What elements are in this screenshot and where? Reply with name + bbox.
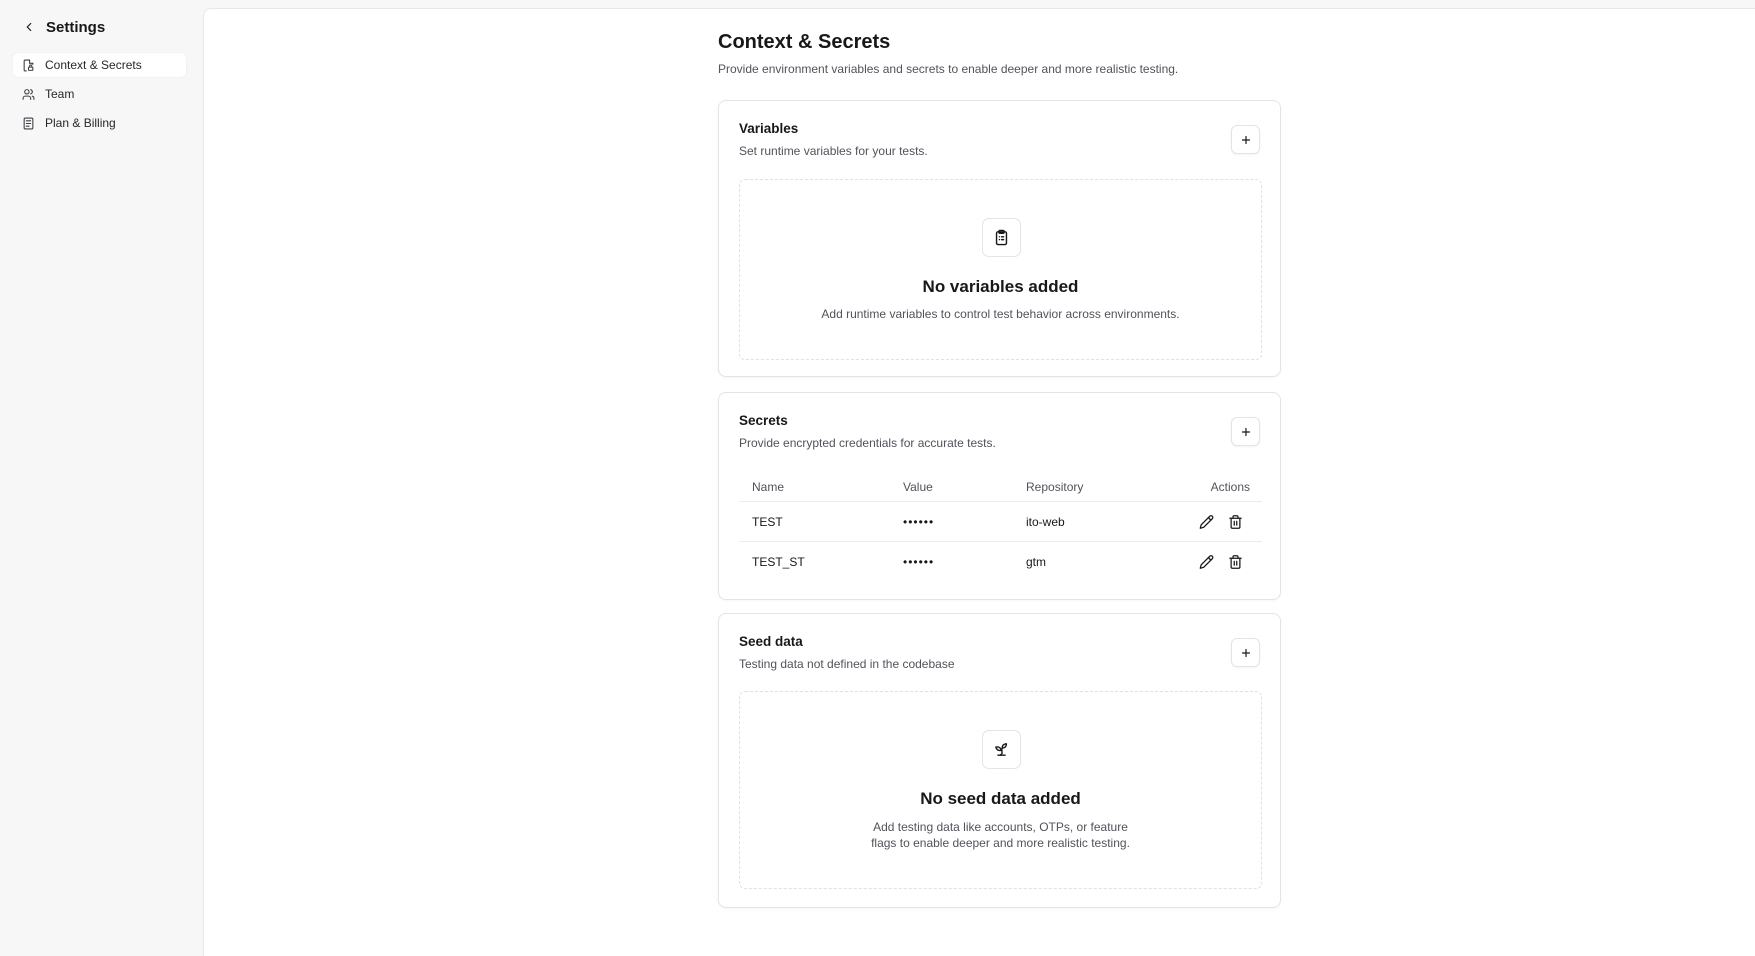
secrets-title: Secrets bbox=[739, 413, 788, 428]
page-description: Provide environment variables and secret… bbox=[718, 62, 1179, 76]
seed-data-empty-title: No seed data added bbox=[920, 789, 1081, 808]
sidebar-item-label: Context & Secrets bbox=[45, 58, 142, 72]
sidebar-title: Settings bbox=[46, 18, 106, 36]
table-row: TEST_ST •••••• gtm bbox=[739, 542, 1262, 582]
delete-secret-button[interactable] bbox=[1228, 555, 1243, 570]
secrets-description: Provide encrypted credentials for accura… bbox=[739, 436, 996, 450]
sidebar-nav: Context & Secrets Team Plan & Billing bbox=[13, 53, 186, 140]
plus-icon bbox=[1241, 427, 1250, 436]
row-actions bbox=[1199, 514, 1243, 529]
column-header-repository: Repository bbox=[1026, 480, 1084, 494]
main-panel: Context & Secrets Provide environment va… bbox=[203, 8, 1755, 956]
file-lock-icon bbox=[23, 59, 34, 71]
settings-sidebar: Settings Context & Secrets Team Plan & B… bbox=[0, 0, 203, 956]
column-header-name: Name bbox=[752, 480, 785, 494]
pencil-icon bbox=[1199, 514, 1214, 529]
page-title: Context & Secrets bbox=[718, 31, 891, 53]
trash-icon bbox=[1229, 514, 1242, 529]
add-variable-button[interactable] bbox=[1231, 125, 1260, 154]
edit-secret-button[interactable] bbox=[1199, 514, 1214, 529]
variables-description: Set runtime variables for your tests. bbox=[739, 144, 928, 158]
chevron-left-icon bbox=[26, 22, 32, 32]
plus-icon bbox=[1241, 648, 1250, 657]
secret-repository: ito-web bbox=[1026, 514, 1065, 529]
plus-icon bbox=[1241, 135, 1250, 144]
variables-empty-description: Add runtime variables to control test be… bbox=[821, 307, 1180, 321]
sidebar-item-plan-billing[interactable]: Plan & Billing bbox=[13, 111, 186, 135]
seed-data-card: Seed data Testing data not defined in th… bbox=[718, 613, 1281, 908]
secrets-table: Name Value Repository Actions TEST •••••… bbox=[739, 473, 1262, 582]
column-header-actions: Actions bbox=[1210, 480, 1250, 494]
secret-value-masked: •••••• bbox=[903, 555, 935, 569]
seed-data-empty-state: No seed data added Add testing data like… bbox=[739, 691, 1262, 889]
settings-content: Context & Secrets Provide environment va… bbox=[718, 29, 1281, 908]
edit-secret-button[interactable] bbox=[1199, 555, 1214, 570]
back-to-settings-button[interactable]: Settings bbox=[22, 14, 105, 40]
seed-data-empty-description-line1: Add testing data like accounts, OTPs, or… bbox=[873, 820, 1128, 834]
table-row: TEST •••••• ito-web bbox=[739, 502, 1262, 542]
receipt-icon bbox=[23, 117, 34, 129]
trash-icon bbox=[1229, 555, 1242, 569]
variables-title: Variables bbox=[739, 121, 799, 136]
row-actions bbox=[1199, 555, 1243, 570]
seed-data-empty-description-line2: flags to enable deeper and more realisti… bbox=[871, 836, 1130, 850]
sidebar-item-team[interactable]: Team bbox=[13, 82, 186, 106]
variables-card: Variables Set runtime variables for your… bbox=[718, 100, 1281, 377]
table-header: Name Value Repository Actions bbox=[739, 473, 1262, 502]
secret-value-masked: •••••• bbox=[903, 514, 935, 529]
variables-empty-state: No variables added Add runtime variables… bbox=[739, 179, 1262, 360]
sidebar-item-label: Plan & Billing bbox=[45, 116, 116, 130]
pencil-icon bbox=[1199, 555, 1214, 569]
add-seed-data-button[interactable] bbox=[1231, 638, 1260, 667]
sidebar-item-label: Team bbox=[45, 87, 75, 101]
sprout-icon bbox=[982, 730, 1021, 769]
secret-name: TEST_ST bbox=[752, 555, 805, 569]
clipboard-list-icon bbox=[982, 218, 1021, 257]
seed-data-description: Testing data not defined in the codebase bbox=[739, 657, 955, 671]
users-icon bbox=[22, 88, 35, 100]
variables-empty-title: No variables added bbox=[922, 277, 1079, 296]
seed-data-title: Seed data bbox=[739, 634, 803, 649]
delete-secret-button[interactable] bbox=[1228, 514, 1243, 529]
secret-name: TEST bbox=[752, 514, 783, 529]
secrets-card: Secrets Provide encrypted credentials fo… bbox=[718, 392, 1281, 600]
add-secret-button[interactable] bbox=[1231, 417, 1260, 446]
column-header-value: Value bbox=[903, 480, 933, 494]
sidebar-item-context-secrets[interactable]: Context & Secrets bbox=[13, 53, 186, 77]
secret-repository: gtm bbox=[1026, 555, 1047, 569]
